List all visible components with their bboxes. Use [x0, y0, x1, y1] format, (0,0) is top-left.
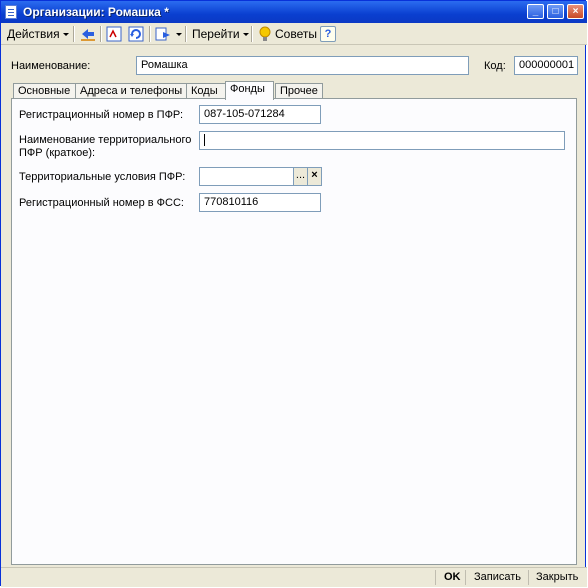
name-field[interactable]: Ромашка: [136, 56, 469, 75]
toolbar-separator: [251, 26, 253, 42]
code-field[interactable]: 000000001: [514, 56, 578, 75]
button-separator: [435, 570, 436, 585]
chevron-down-icon[interactable]: [176, 33, 182, 36]
tips-label: Советы: [275, 27, 317, 41]
pfr-name-label: Наименование территориального ПФР (кратк…: [19, 134, 192, 159]
tab-main[interactable]: Основные: [13, 83, 76, 99]
tab-funds[interactable]: Фонды: [225, 81, 274, 100]
edit-icon[interactable]: [106, 26, 122, 42]
lightbulb-icon[interactable]: [257, 26, 273, 42]
tab-addresses[interactable]: Адреса и телефоны: [75, 83, 187, 99]
actions-menu[interactable]: Действия: [7, 25, 69, 43]
clear-icon[interactable]: ×: [307, 168, 321, 185]
help-icon[interactable]: ?: [320, 26, 336, 42]
toolbar-separator: [100, 26, 102, 42]
select-button[interactable]: ...: [293, 168, 307, 185]
title-bar[interactable]: Организации: Ромашка * _ □ ×: [1, 1, 587, 23]
close-icon: ×: [572, 6, 579, 17]
code-label: Код:: [484, 60, 506, 72]
ok-button[interactable]: OK: [439, 569, 466, 586]
goto-menu[interactable]: Перейти: [192, 25, 249, 43]
toolbar-separator: [149, 26, 151, 42]
tab-other[interactable]: Прочее: [275, 83, 323, 99]
tab-panel-funds: Регистрационный номер в ПФР: 087-105-071…: [11, 98, 577, 565]
pfr-terms-label: Территориальные условия ПФР:: [19, 171, 186, 183]
save-button[interactable]: Записать: [469, 569, 526, 586]
actions-menu-label: Действия: [7, 27, 60, 41]
close-button[interactable]: ×: [567, 4, 584, 19]
minimize-icon: _: [532, 6, 539, 17]
pfr-name-field[interactable]: [199, 131, 565, 150]
toolbar-separator: [185, 26, 187, 42]
goto-menu-label: Перейти: [192, 27, 240, 41]
chevron-down-icon: [242, 33, 249, 37]
chevron-down-icon: [62, 33, 69, 37]
name-label: Наименование:: [11, 60, 91, 72]
toolbar-separator: [73, 26, 75, 42]
document-icon: [5, 5, 17, 19]
pfr-reg-field[interactable]: 087-105-071284: [199, 105, 321, 124]
window: Организации: Ромашка * _ □ × Действия Пе…: [0, 0, 587, 587]
minimize-button[interactable]: _: [527, 4, 544, 19]
maximize-button[interactable]: □: [547, 4, 564, 19]
document-convert-icon[interactable]: [155, 26, 171, 42]
toolbar: Действия Перейти Советы ?: [1, 23, 587, 45]
close-form-button[interactable]: Закрыть: [531, 569, 583, 586]
bottom-bar: OK Записать Закрыть: [1, 567, 587, 587]
pfr-reg-label: Регистрационный номер в ПФР:: [19, 109, 184, 121]
back-arrow-icon[interactable]: [80, 26, 96, 42]
tab-codes[interactable]: Коды: [186, 83, 226, 99]
fss-reg-field[interactable]: 770810116: [199, 193, 321, 212]
button-separator: [465, 570, 466, 585]
text-cursor: [204, 134, 205, 147]
button-separator: [528, 570, 529, 585]
maximize-icon: □: [552, 6, 559, 17]
pfr-terms-value: [200, 170, 204, 182]
pfr-terms-field[interactable]: ... ×: [199, 167, 322, 186]
tips-button[interactable]: Советы: [275, 25, 317, 43]
fss-reg-label: Регистрационный номер в ФСС:: [19, 197, 184, 209]
refresh-icon[interactable]: [128, 26, 144, 42]
window-title: Организации: Ромашка *: [23, 5, 169, 19]
